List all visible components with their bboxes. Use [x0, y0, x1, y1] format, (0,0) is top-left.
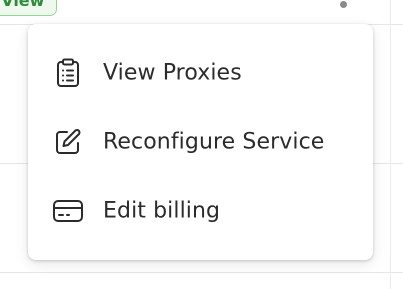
- menu-item-label: Reconfigure Service: [103, 129, 325, 155]
- kebab-menu-icon[interactable]: [340, 1, 347, 8]
- clipboard-list-icon: [52, 57, 84, 89]
- page: k View View Proxies: [0, 0, 403, 289]
- row-divider: [0, 272, 403, 273]
- menu-item-view-proxies[interactable]: View Proxies: [28, 45, 373, 101]
- menu-item-reconfigure-service[interactable]: Reconfigure Service: [28, 114, 373, 170]
- column-divider: [390, 0, 391, 289]
- edit-pencil-icon: [52, 126, 84, 158]
- menu-item-edit-billing[interactable]: Edit billing: [28, 183, 373, 239]
- view-badge-button[interactable]: k View: [0, 0, 58, 16]
- menu-item-label: View Proxies: [103, 60, 242, 86]
- menu-item-label: Edit billing: [103, 198, 221, 224]
- credit-card-icon: [52, 195, 84, 227]
- actions-dropdown-menu: View Proxies Reconfigure Service Edit bi…: [28, 24, 373, 260]
